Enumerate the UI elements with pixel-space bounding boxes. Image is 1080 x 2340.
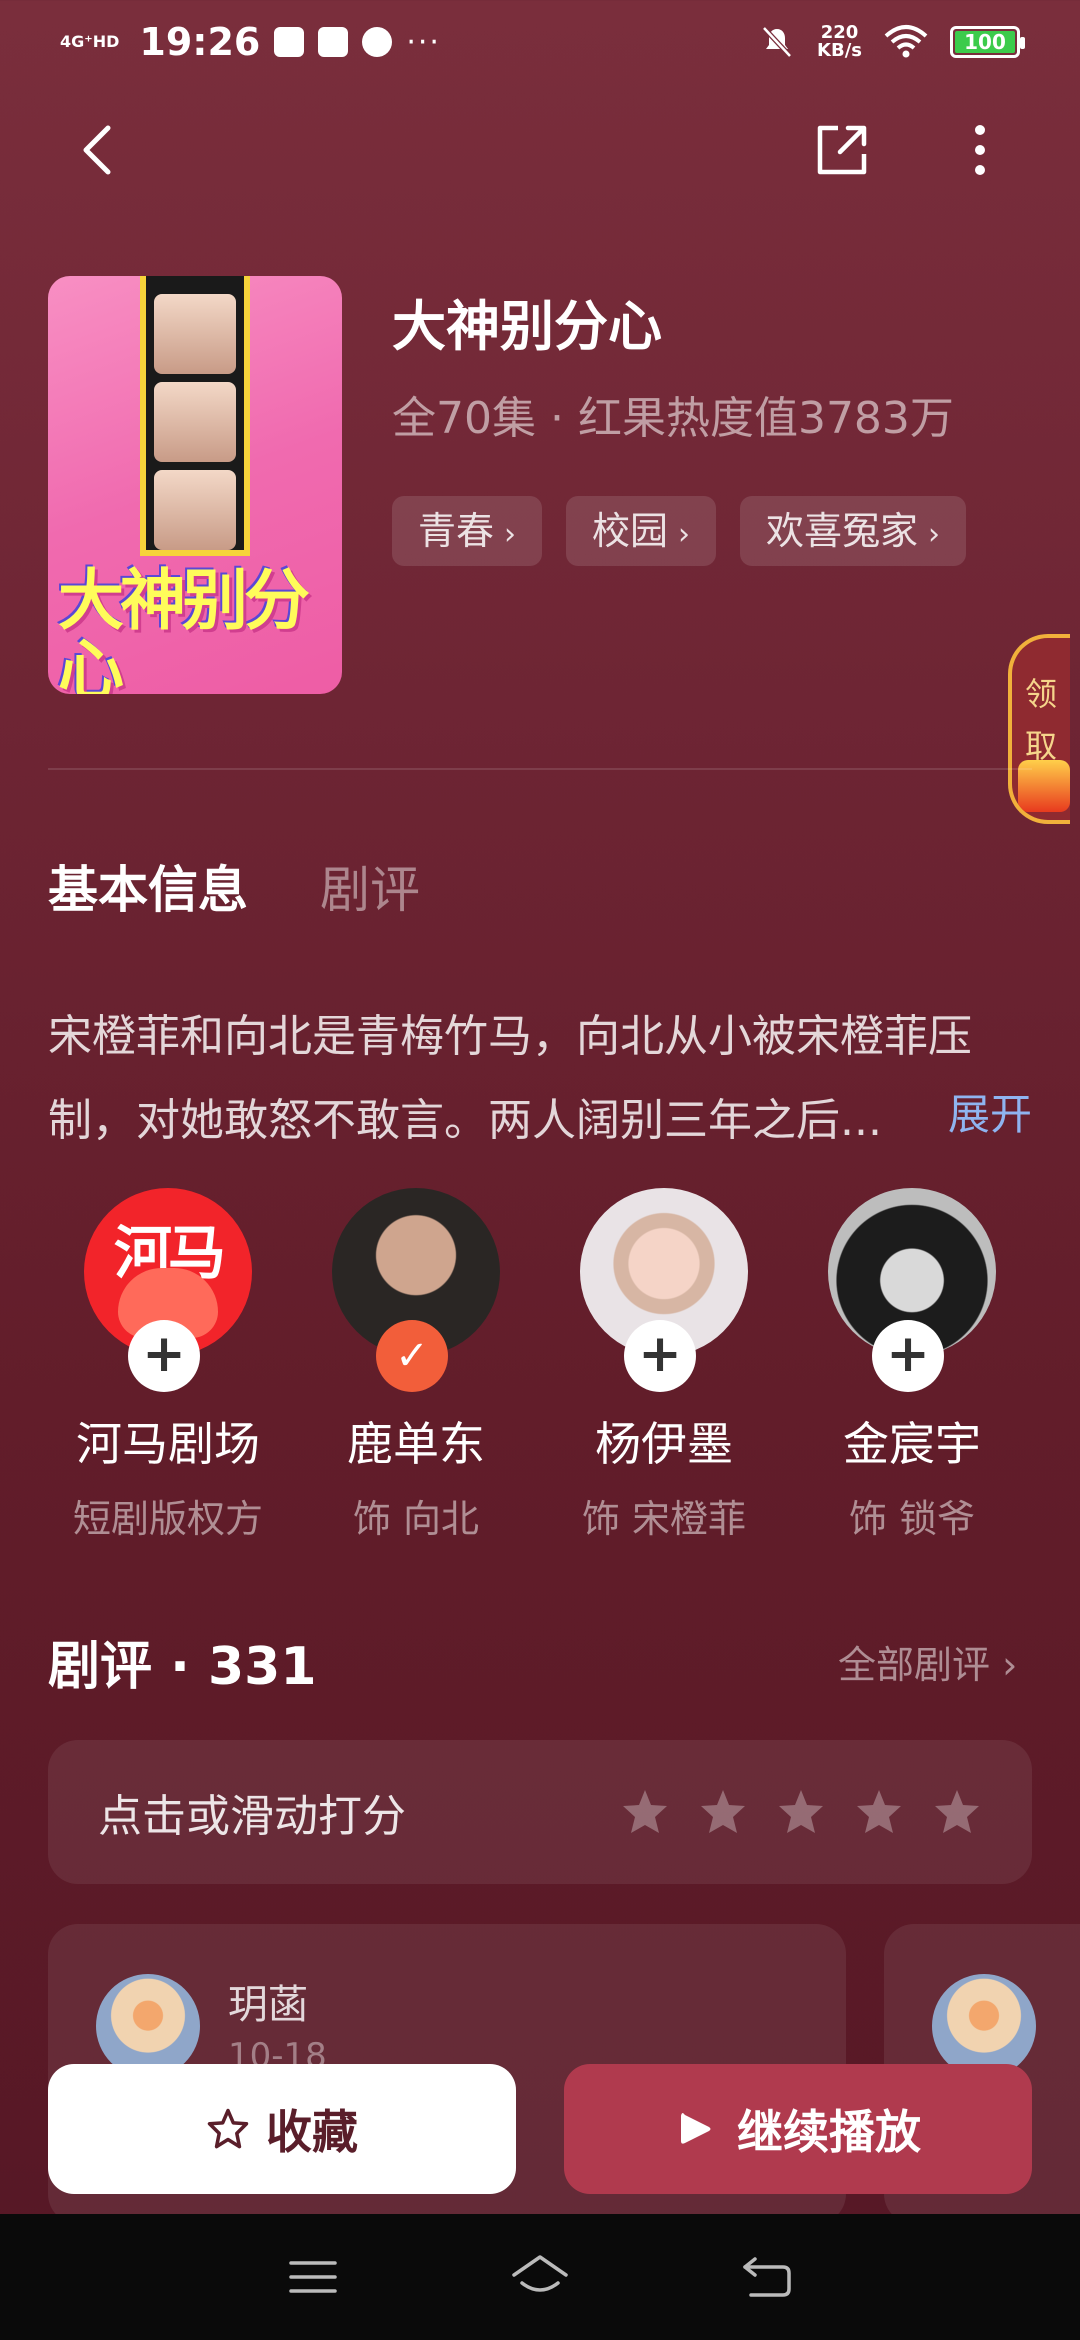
expand-link[interactable]: 展开 xyxy=(948,1081,1032,1142)
chevron-right-icon: › xyxy=(678,517,691,552)
music-app-icon xyxy=(318,27,349,57)
star-icon[interactable] xyxy=(932,1787,982,1837)
avatar xyxy=(96,1974,200,2078)
all-reviews-link[interactable]: 全部剧评 › xyxy=(838,1634,1017,1689)
notification-icon xyxy=(274,27,305,57)
battery-icon: 100 xyxy=(950,26,1025,58)
top-nav xyxy=(0,110,1080,190)
play-icon xyxy=(681,2113,711,2144)
cast-item[interactable]: + 金宸宇 饰 锁爷 xyxy=(792,1188,1032,1543)
cast-name: 金宸宇 xyxy=(843,1417,981,1471)
continue-play-button[interactable]: 继续播放 xyxy=(564,2064,1032,2194)
divider xyxy=(48,768,1032,770)
cast-item[interactable]: + 杨伊墨 饰 宋橙菲 xyxy=(544,1188,784,1543)
drama-description: 宋橙菲和向北是青梅竹马，向北从小被宋橙菲压制，对她敢怒不敢言。两人阔别三年之后.… xyxy=(48,1011,972,1146)
share-icon[interactable] xyxy=(812,120,872,180)
star-icon[interactable] xyxy=(776,1787,826,1837)
claim-reward-badge[interactable]: 领 取 xyxy=(1008,634,1070,824)
cast-item[interactable]: ✓ 鹿单东 饰 向北 xyxy=(296,1188,536,1543)
network-speed: 220 KB/s xyxy=(817,22,862,61)
tab-basic-info[interactable]: 基本信息 xyxy=(48,850,248,922)
review-heading: 剧评 · 331 xyxy=(48,1637,317,1697)
rate-prompt: 点击或滑动打分 xyxy=(98,1791,406,1842)
cast-role: 饰 宋橙菲 xyxy=(581,1497,747,1541)
cast-name: 杨伊墨 xyxy=(595,1417,733,1471)
status-bar: 4G⁺HD 19:26 ··· 220 KB/s 100 xyxy=(0,0,1080,84)
mute-bell-icon xyxy=(762,26,792,58)
drama-title: 大神别分心 xyxy=(392,295,662,358)
speed-app-icon xyxy=(362,27,393,57)
cast-item[interactable]: 河马 + 河马剧场 短剧版权方 xyxy=(48,1188,288,1543)
rating-bar[interactable]: 点击或滑动打分 xyxy=(48,1740,1032,1884)
more-options-icon[interactable] xyxy=(960,120,1000,180)
cast-name: 河马剧场 xyxy=(76,1417,260,1471)
cast-role: 饰 向北 xyxy=(352,1497,480,1541)
chevron-right-icon: › xyxy=(928,517,941,552)
genre-tags: 青春 › 校园 › 欢喜冤家 › xyxy=(392,496,967,566)
star-icon[interactable] xyxy=(698,1787,748,1837)
tag-chip[interactable]: 欢喜冤家 › xyxy=(740,496,967,566)
cast-role: 短剧版权方 xyxy=(72,1497,263,1541)
tag-chip[interactable]: 青春 › xyxy=(392,496,543,566)
drama-cover-image[interactable]: 大神别分心 xyxy=(48,276,342,694)
followed-check-icon[interactable]: ✓ xyxy=(376,1320,448,1392)
star-icon[interactable] xyxy=(620,1787,670,1837)
menu-icon[interactable] xyxy=(281,2245,345,2309)
star-outline-icon xyxy=(207,2108,249,2149)
favorite-button[interactable]: 收藏 xyxy=(48,2064,516,2194)
chevron-right-icon: › xyxy=(504,517,517,552)
clock: 19:26 xyxy=(139,20,261,64)
back-icon[interactable] xyxy=(735,2245,799,2309)
tab-review[interactable]: 剧评 xyxy=(320,850,420,922)
star-icon[interactable] xyxy=(854,1787,904,1837)
star-rating[interactable] xyxy=(620,1787,982,1837)
home-icon[interactable] xyxy=(508,2245,572,2309)
detail-tabs: 基本信息 剧评 xyxy=(48,850,420,922)
tag-chip[interactable]: 校园 › xyxy=(566,496,717,566)
follow-plus-icon[interactable]: + xyxy=(872,1320,944,1392)
more-notifications-icon: ··· xyxy=(406,24,441,60)
drama-meta: 全70集 · 红果热度值3783万 xyxy=(392,393,954,444)
system-nav-bar xyxy=(0,2214,1080,2340)
review-user: 玥菡 xyxy=(228,1982,308,2028)
cover-photo-strip xyxy=(140,276,250,556)
cast-name: 鹿单东 xyxy=(347,1417,485,1471)
network-indicator: 4G⁺HD xyxy=(60,32,120,51)
cover-title-art: 大神别分心 xyxy=(58,562,310,695)
avatar xyxy=(932,1974,1036,2078)
follow-plus-icon[interactable]: + xyxy=(128,1320,200,1392)
wifi-icon xyxy=(884,25,928,58)
follow-plus-icon[interactable]: + xyxy=(624,1320,696,1392)
cast-role: 饰 锁爷 xyxy=(848,1497,976,1541)
cast-list: 河马 + 河马剧场 短剧版权方 ✓ 鹿单东 饰 向北 + 杨伊墨 饰 宋橙菲 +… xyxy=(48,1188,1032,1543)
back-arrow-icon[interactable] xyxy=(70,120,130,180)
